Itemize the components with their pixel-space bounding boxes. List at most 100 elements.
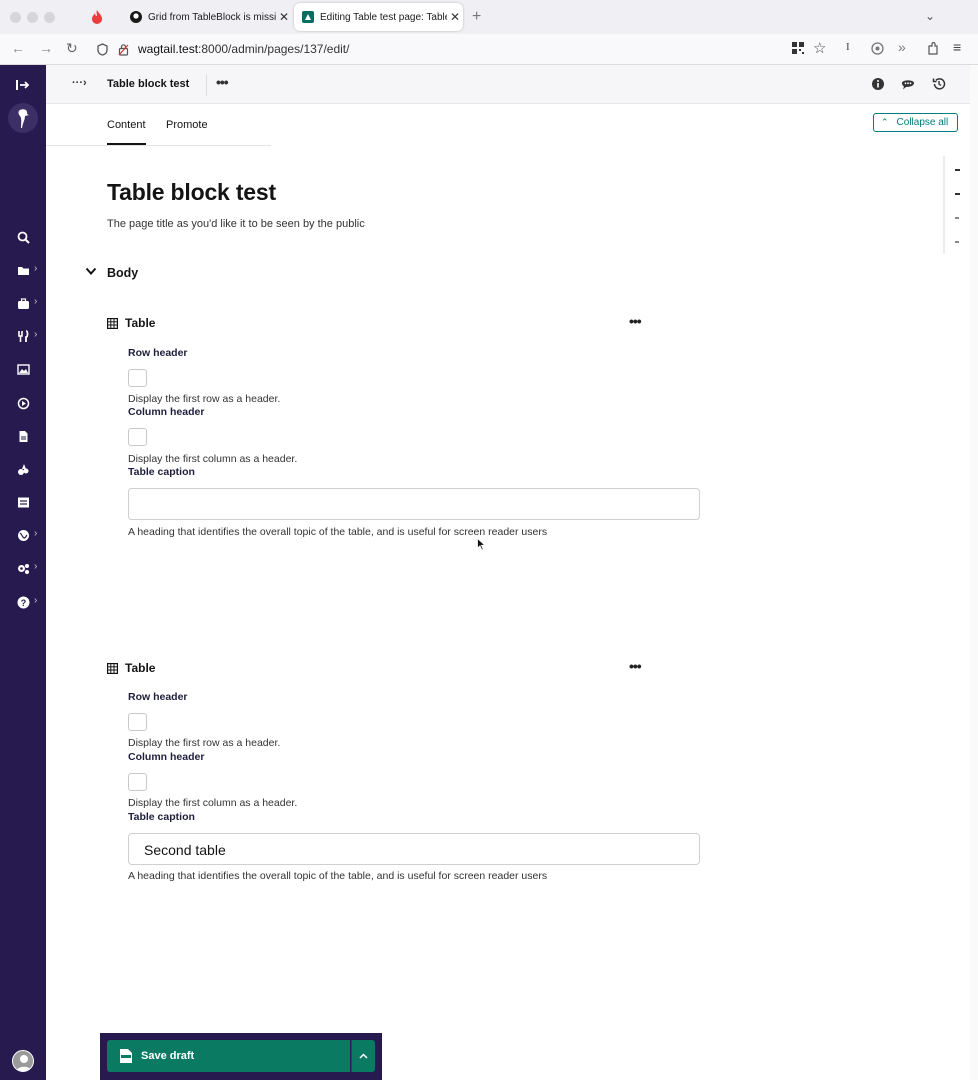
- minimap-item[interactable]: [955, 241, 959, 243]
- block-actions-button[interactable]: •••: [629, 658, 642, 674]
- overflow-chevrons-icon[interactable]: »: [898, 39, 906, 55]
- chevron-down-icon[interactable]: [85, 267, 97, 279]
- hamburger-menu-icon[interactable]: ≡: [953, 39, 961, 55]
- extension-shield-icon[interactable]: [871, 42, 884, 55]
- browser-tab-wagtail[interactable]: Editing Table test page: Table bl ✕: [294, 3, 463, 31]
- new-tab-icon[interactable]: +: [472, 8, 481, 26]
- insecure-lock-icon[interactable]: [118, 43, 129, 56]
- wagtail-logo-icon: [18, 109, 29, 128]
- block-title: Table: [125, 661, 156, 675]
- browser-tab-github[interactable]: Grid from TableBlock is missing ✕: [122, 3, 292, 31]
- info-icon[interactable]: [871, 77, 885, 91]
- admin-sidebar: › › › › › ? ›: [0, 65, 46, 1080]
- address-bar[interactable]: wagtail.test:8000/admin/pages/137/edit/: [138, 42, 349, 56]
- utensils-icon: [18, 329, 29, 342]
- save-draft-label: Save draft: [141, 1050, 195, 1062]
- sidebar-item-help[interactable]: ? ›: [0, 591, 46, 613]
- column-header-label: Column header: [128, 751, 205, 763]
- cogs-icon: [18, 563, 29, 574]
- wagtail-logo[interactable]: [8, 103, 38, 133]
- more-actions-button[interactable]: •••: [216, 74, 229, 90]
- page-title[interactable]: Table block test: [107, 179, 276, 206]
- table-caption-input[interactable]: [128, 488, 700, 520]
- row-header-label: Row header: [128, 691, 188, 703]
- row-header-checkbox[interactable]: [128, 369, 147, 387]
- sidebar-item-search[interactable]: [0, 226, 46, 248]
- minimap-item[interactable]: [955, 169, 960, 171]
- snippet-icon: [18, 463, 29, 475]
- table-icon: [107, 317, 118, 329]
- column-header-checkbox[interactable]: [128, 428, 147, 446]
- column-header-label: Column header: [128, 406, 205, 418]
- table-caption-help: A heading that identifies the overall to…: [128, 526, 548, 538]
- block-header[interactable]: Table: [107, 660, 155, 676]
- sidebar-toggle-icon[interactable]: [16, 79, 30, 91]
- column-header-checkbox[interactable]: [128, 773, 147, 791]
- bookmark-star-icon[interactable]: ☆: [813, 39, 826, 57]
- browser-nav-bar: ← → ↻ wagtail.test:8000/admin/pages/137/…: [0, 34, 978, 65]
- minimap-item[interactable]: [955, 217, 959, 219]
- table-caption-label: Table caption: [128, 811, 195, 823]
- chevron-right-icon: ›: [34, 528, 38, 539]
- column-header-help: Display the first column as a header.: [128, 453, 298, 465]
- history-icon[interactable]: [932, 77, 946, 91]
- sidebar-item-snippets[interactable]: [0, 458, 46, 480]
- tab-content[interactable]: Content: [107, 119, 146, 145]
- sidebar-item-documents[interactable]: [0, 425, 46, 447]
- shield-icon[interactable]: [97, 43, 108, 56]
- minimap-item[interactable]: [955, 193, 960, 195]
- table-caption-input[interactable]: Second table: [128, 833, 700, 865]
- extensions-puzzle-icon[interactable]: [927, 42, 939, 55]
- table-block: Table ••• Row header Display the first r…: [107, 658, 700, 890]
- close-icon[interactable]: ✕: [447, 10, 463, 24]
- pinned-tab-flame-icon[interactable]: [90, 9, 104, 25]
- window-minimize-dot[interactable]: [27, 12, 38, 23]
- tabs-divider: [46, 145, 271, 146]
- sidebar-item-utensils[interactable]: ›: [0, 325, 46, 347]
- block-actions-button[interactable]: •••: [629, 313, 642, 329]
- sidebar-item-sites[interactable]: ›: [0, 524, 46, 546]
- browser-tab-bar: Grid from TableBlock is missing ✕ Editin…: [0, 0, 978, 34]
- sidebar-item-media[interactable]: [0, 392, 46, 414]
- forms-icon: [18, 497, 29, 507]
- more-actions-toggle[interactable]: [351, 1040, 375, 1072]
- avatar[interactable]: [12, 1050, 34, 1072]
- chevron-right-icon: ›: [34, 561, 38, 572]
- chevron-right-icon: ›: [34, 263, 38, 274]
- comment-icon[interactable]: [901, 77, 915, 91]
- wagtail-favicon-icon: [302, 11, 314, 23]
- tab-promote[interactable]: Promote: [166, 119, 208, 131]
- chevron-up-icon: ⌃: [881, 117, 889, 127]
- collapse-all-button[interactable]: ⌃ Collapse all: [873, 113, 958, 132]
- sidebar-item-settings[interactable]: ›: [0, 557, 46, 579]
- sidebar-item-forms[interactable]: [0, 491, 46, 513]
- sidebar-item-pages[interactable]: ›: [0, 259, 46, 281]
- save-draft-button[interactable]: Save draft: [107, 1040, 350, 1072]
- chevron-down-icon[interactable]: ⌄: [925, 9, 935, 23]
- chevron-up-icon: [359, 1053, 368, 1059]
- section-title-body[interactable]: Body: [107, 266, 138, 280]
- reader-cursor-icon[interactable]: I: [846, 41, 850, 53]
- window-zoom-dot[interactable]: [44, 12, 55, 23]
- briefcase-icon: [18, 297, 29, 309]
- sidebar-item-briefcase[interactable]: ›: [0, 292, 46, 314]
- header-title: Table block test: [107, 78, 190, 90]
- sidebar-item-images[interactable]: [0, 358, 46, 380]
- page-scrollbar[interactable]: [970, 65, 978, 1080]
- forward-arrow-icon[interactable]: →: [39, 40, 53, 56]
- user-avatar-icon: [16, 1055, 32, 1071]
- window-close-dot[interactable]: [10, 12, 21, 23]
- header-divider: [206, 74, 207, 96]
- collapse-all-label: Collapse all: [896, 117, 949, 128]
- row-header-checkbox[interactable]: [128, 713, 147, 731]
- minimap-track[interactable]: [943, 156, 945, 254]
- breadcrumb-toggle[interactable]: ···›: [72, 77, 87, 89]
- reload-icon[interactable]: ↻: [66, 40, 78, 57]
- column-header-help: Display the first column as a header.: [128, 797, 298, 809]
- back-arrow-icon[interactable]: ←: [11, 40, 25, 56]
- search-icon: [17, 231, 30, 244]
- qr-code-icon[interactable]: [792, 42, 804, 54]
- github-icon: [130, 11, 142, 23]
- close-icon[interactable]: ✕: [276, 10, 292, 24]
- block-header[interactable]: Table: [107, 315, 155, 331]
